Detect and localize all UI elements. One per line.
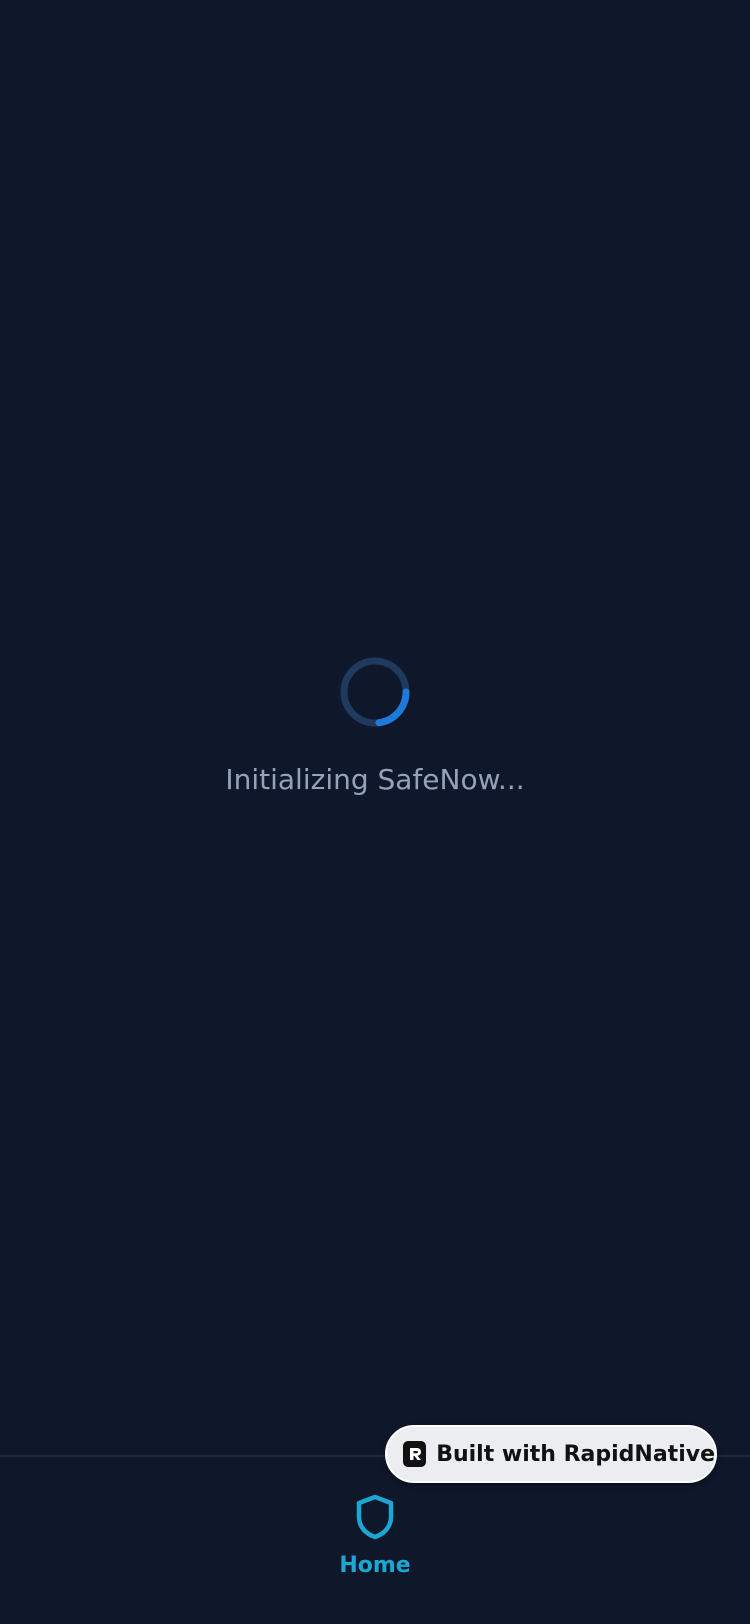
rapidnative-logo-icon xyxy=(403,1441,427,1467)
tab-home-label: Home xyxy=(339,1553,411,1578)
shield-icon xyxy=(356,1494,394,1540)
badge-label: Built with RapidNative xyxy=(436,1441,715,1467)
app-screen: Initializing SafeNow... Home Built with … xyxy=(0,0,750,1624)
loading-message: Initializing SafeNow... xyxy=(225,763,525,796)
loading-spinner xyxy=(340,657,410,727)
built-with-rapidnative-badge[interactable]: Built with RapidNative xyxy=(385,1425,717,1483)
spinner-arc xyxy=(375,688,410,727)
tab-home[interactable]: Home xyxy=(315,1493,435,1603)
